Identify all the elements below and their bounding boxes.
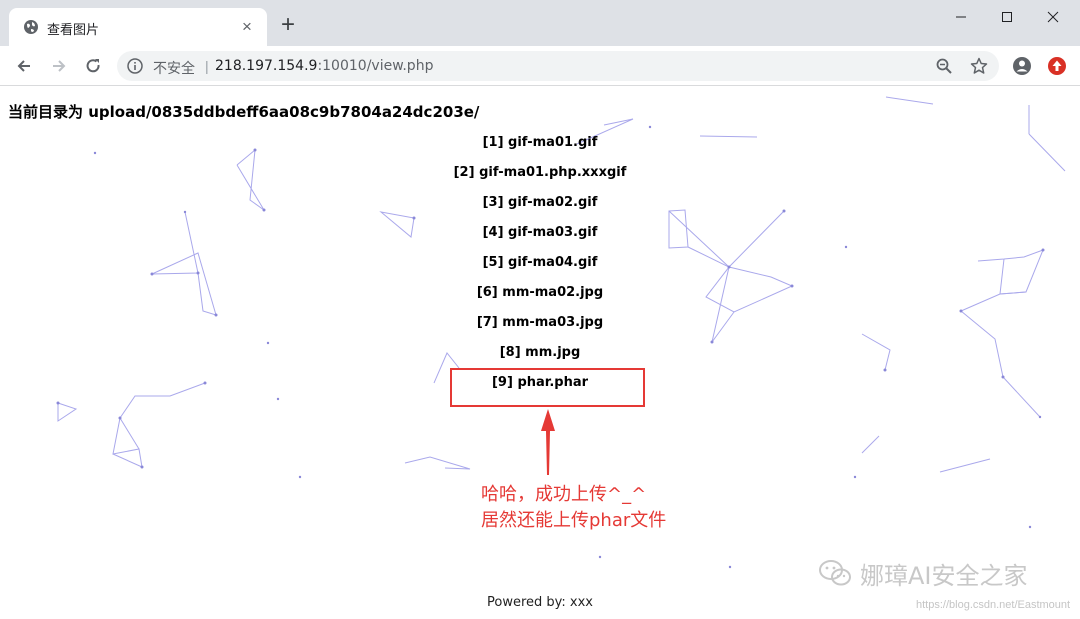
reload-button[interactable] bbox=[81, 54, 105, 78]
info-icon[interactable] bbox=[127, 58, 143, 74]
back-button[interactable] bbox=[12, 54, 36, 78]
new-tab-button[interactable]: + bbox=[277, 13, 299, 37]
highlight-box bbox=[450, 368, 645, 407]
browser-toolbar: 不安全 | 218.197.154.9:10010/view.php bbox=[0, 46, 1080, 86]
file-link[interactable]: [6] mm-ma02.jpg bbox=[0, 285, 1080, 300]
maximize-icon bbox=[1002, 12, 1012, 22]
zoom-icon[interactable] bbox=[935, 57, 953, 75]
file-link[interactable]: [7] mm-ma03.jpg bbox=[0, 315, 1080, 330]
omnibox-separator: | bbox=[205, 58, 209, 74]
annotation-line-1: 哈哈，成功上传^_^ bbox=[481, 484, 647, 505]
arrow-left-icon bbox=[17, 60, 30, 72]
update-icon[interactable] bbox=[1047, 56, 1067, 76]
browser-tab[interactable]: 查看图片 × bbox=[9, 8, 267, 46]
security-label[interactable]: 不安全 bbox=[153, 58, 195, 78]
annotation-line-2: 居然还能上传phar文件 bbox=[481, 510, 667, 531]
tab-title: 查看图片 bbox=[47, 23, 100, 38]
file-link[interactable]: [1] gif-ma01.gif bbox=[0, 135, 1080, 150]
close-window-button[interactable] bbox=[1030, 4, 1076, 30]
url-text[interactable]: 218.197.154.9:10010/view.php bbox=[215, 58, 433, 74]
forward-button[interactable] bbox=[47, 54, 71, 78]
wechat-icon bbox=[819, 560, 851, 586]
file-link[interactable]: [4] gif-ma03.gif bbox=[0, 225, 1080, 240]
profile-icon[interactable] bbox=[1012, 56, 1032, 76]
url-host: 218.197.154.9 bbox=[215, 58, 318, 74]
csdn-watermark: https://blog.csdn.net/Eastmount bbox=[916, 599, 1071, 611]
url-path: :10010/view.php bbox=[317, 58, 434, 74]
browser-titlebar: 查看图片 × + bbox=[0, 0, 1080, 46]
minimize-button[interactable] bbox=[938, 4, 984, 30]
star-icon[interactable] bbox=[970, 57, 988, 75]
tab-close-icon[interactable]: × bbox=[237, 17, 257, 37]
current-directory: 当前目录为 upload/0835ddbdeff6aa08c9b7804a24d… bbox=[8, 103, 480, 121]
arrow-right-icon bbox=[53, 60, 66, 72]
page-content: 当前目录为 upload/0835ddbdeff6aa08c9b7804a24d… bbox=[0, 87, 1080, 619]
annotation-text: 哈哈，成功上传^_^ 居然还能上传phar文件 bbox=[481, 482, 666, 534]
minimize-icon bbox=[956, 16, 966, 18]
globe-icon bbox=[24, 20, 38, 34]
watermark-text: 娜璋AI安全之家 bbox=[860, 561, 1028, 590]
file-link[interactable]: [5] gif-ma04.gif bbox=[0, 255, 1080, 270]
reload-icon bbox=[86, 59, 100, 73]
address-bar[interactable]: 不安全 | 218.197.154.9:10010/view.php bbox=[117, 51, 999, 81]
watermark: 娜璋AI安全之家 bbox=[818, 555, 1058, 591]
file-link[interactable]: [2] gif-ma01.php.xxxgif bbox=[0, 165, 1080, 180]
file-link[interactable]: [3] gif-ma02.gif bbox=[0, 195, 1080, 210]
close-icon bbox=[1047, 11, 1059, 23]
arrow-up-icon bbox=[541, 409, 555, 475]
maximize-button[interactable] bbox=[984, 4, 1030, 30]
file-link[interactable]: [8] mm.jpg bbox=[0, 345, 1080, 360]
